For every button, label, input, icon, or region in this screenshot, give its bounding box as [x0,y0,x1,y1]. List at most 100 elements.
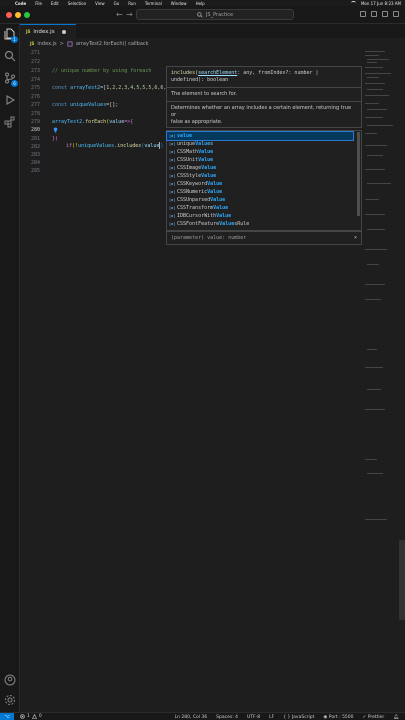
line-number: 284 [30,160,40,166]
number-list: 1,2,2,3,4,5,5,5,6,6, [106,85,167,91]
divider [167,87,361,88]
workspace-name: JS_Practice [205,11,234,18]
function-name: forEach [85,119,107,125]
command-center-search[interactable]: JS_Practice [136,9,294,20]
close-window-button[interactable] [6,12,12,18]
suggestion-item[interactable]: [ø] CSSFontFeatureValuesRule [167,220,353,228]
suggestion-item[interactable]: [ø] uniqueValues [167,140,353,148]
suggestion-list[interactable]: [ø] value [ø] uniqueValues [ø] CSSMathValue… [166,130,362,231]
live-server-port[interactable]: ◉ Port : 5500 [323,715,353,720]
suggestion-item[interactable]: [ø] CSSKeywordValue [167,180,353,188]
notifications-bell-icon[interactable]: 🔔︎ [393,715,399,720]
variable-icon: [ø] [169,198,176,202]
suggestion-item[interactable]: [ø] CSSUnitValue [167,156,353,164]
code-line: 271 [20,49,363,57]
operator: =[]; [106,102,119,108]
breadcrumb: JS index.js > arrayTest2.forEach() callb… [20,38,405,49]
forward-arrow-icon[interactable]: → [126,10,133,19]
code-text: }) [52,136,59,142]
clock[interactable]: Mon 17 Jun 8:23 AM [361,1,401,6]
search-icon [197,11,203,18]
source-control-badge: 6 [11,80,18,87]
menu-terminal[interactable]: Terminal [145,1,162,6]
prettier-status[interactable]: ✓ Prettier [363,715,385,720]
wifi-icon[interactable] [350,1,356,5]
back-arrow-icon[interactable]: ← [116,10,123,19]
signature-return: undefined): boolean [171,77,229,83]
apple-icon[interactable] [4,1,9,6]
line-number: 271 [30,50,40,56]
menu-window[interactable]: Window [171,1,187,6]
problems-indicator[interactable]: 1 0 [20,714,42,719]
status-bar: ⌥ 1 0 Ln 280, Col 36 Spaces: 4 UTF-8 LF … [0,712,405,720]
line-number: 279 [30,119,40,125]
javascript-file-icon: JS [26,29,31,34]
suggestion-item[interactable]: [ø] IDBCursorWithValue [167,212,353,220]
suggestion-item[interactable]: [ø] CSSTransformValue [167,204,353,212]
explorer-badge: 1 [11,36,18,43]
variable-icon: [ø] [169,150,176,154]
error-count: 1 [27,714,30,719]
indentation[interactable]: Spaces: 4 [216,715,238,720]
settings-gear-icon[interactable] [4,694,16,706]
suggestion-item[interactable]: [ø] CSSUnparsedValue [167,196,353,204]
close-icon[interactable]: × [354,235,357,241]
zoom-window-button[interactable] [24,12,30,18]
suggestion-item[interactable]: [ø] CSSMathValue [167,148,353,156]
suggestion-item[interactable]: [ø] CSSImageValue [167,164,353,172]
language-mode[interactable]: { } JavaScript [283,715,314,720]
line-number: 280 [30,127,40,133]
warning-count: 0 [38,714,42,719]
menu-go[interactable]: Go [114,1,120,6]
suggestion-scrollbar[interactable] [357,132,360,216]
menu-run[interactable]: Run [128,1,136,6]
breadcrumb-separator: > [59,40,64,47]
remote-indicator-icon[interactable]: ⌥ [0,712,14,720]
menu-file[interactable]: File [35,1,42,6]
line-number: 285 [30,168,40,174]
extensions-icon[interactable] [4,116,16,128]
line-number: 276 [30,94,40,100]
menu-edit[interactable]: Edit [51,1,59,6]
toggle-sidebar-icon[interactable] [360,11,366,17]
menu-code[interactable]: Code [15,1,26,6]
menu-help[interactable]: Help [196,1,205,6]
tab-label: index.js [33,28,55,35]
menu-view[interactable]: View [95,1,105,6]
suggestion-item[interactable]: [ø] CSSStyleValue [167,172,353,180]
signature-function: includes( [171,70,199,76]
breadcrumb-file[interactable]: index.js [37,41,56,47]
suggestion-item[interactable]: [ø] CSSNumericValue [167,188,353,196]
cursor-position[interactable]: Ln 280, Col 36 [175,715,208,720]
unsaved-dot-icon[interactable] [61,29,66,34]
minimize-window-button[interactable] [15,12,21,18]
tab-index-js[interactable]: JS index.js [20,24,76,38]
port-label: Port : 5500 [328,714,354,720]
customize-layout-icon[interactable] [393,11,399,17]
parameter: value [109,119,125,125]
end-of-line[interactable]: LF [269,715,274,720]
account-icon[interactable] [4,674,16,686]
lightbulb-icon[interactable] [53,127,58,133]
encoding[interactable]: UTF-8 [247,715,260,720]
variable-name: uniqueValues [70,102,107,108]
toggle-secondary-sidebar-icon[interactable] [382,11,388,17]
menu-selection[interactable]: Selection [68,1,86,6]
line-number: 273 [30,68,40,74]
divider [167,101,361,102]
variable-name: arrayTest2 [70,85,101,91]
breadcrumb-symbol[interactable]: arrayTest2.forEach() callback [76,41,149,47]
method-doc: Determines whether an array includes a c… [171,105,352,118]
search-icon[interactable] [4,50,16,62]
code-line: 272 [20,58,363,66]
variable-name: arrayTest2 [52,119,83,125]
method-doc-cont: false as appropriate. [171,119,223,125]
toggle-panel-icon[interactable] [371,11,377,17]
vertical-scrollbar[interactable] [399,540,405,620]
prettier-label: Prettier [367,714,385,720]
line-number: 282 [30,144,40,150]
warning-icon [31,714,37,719]
run-debug-icon[interactable] [4,94,16,106]
suggestion-item[interactable]: [ø] value [166,131,354,141]
variable-icon: [ø] [169,166,176,170]
